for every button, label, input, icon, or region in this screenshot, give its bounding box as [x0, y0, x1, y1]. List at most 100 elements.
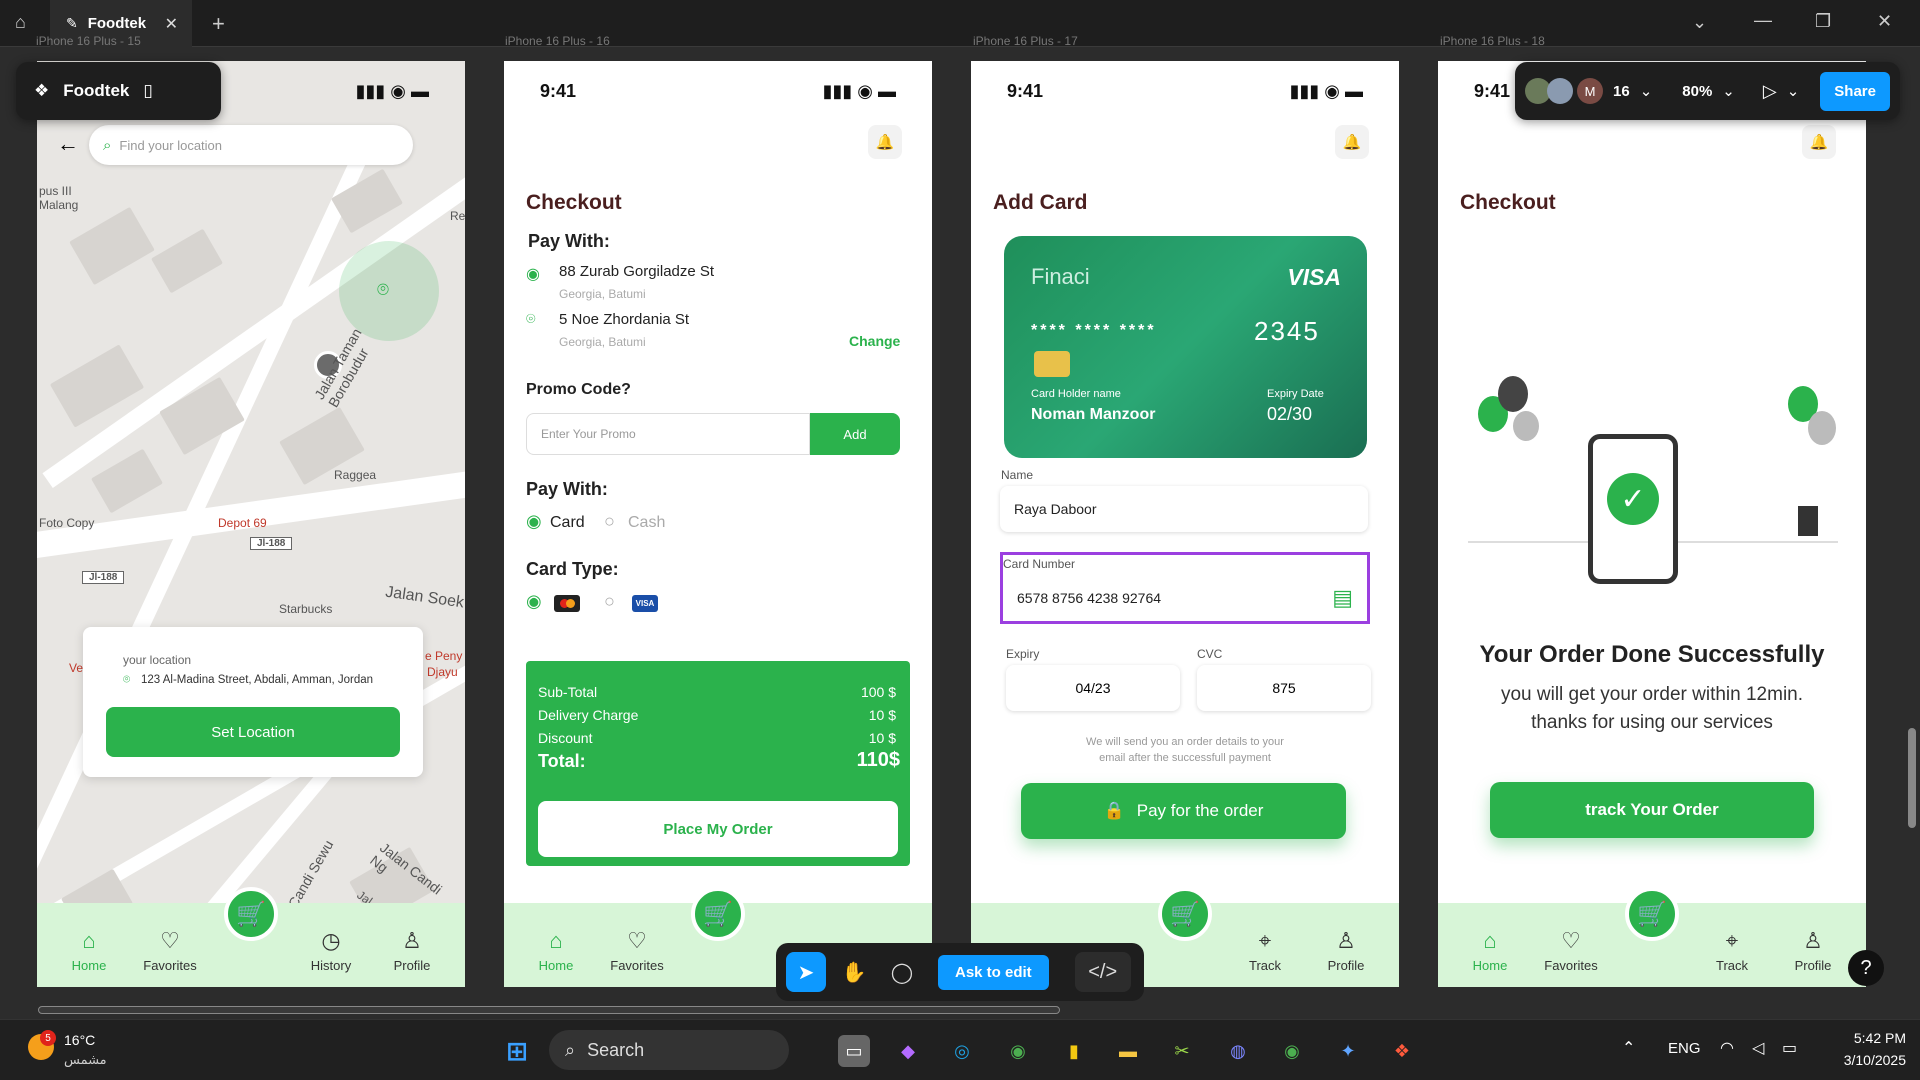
weather-temp[interactable]: 16°C	[64, 1032, 95, 1048]
volume-icon[interactable]: ◁	[1752, 1038, 1764, 1058]
vertical-scrollbar[interactable]	[1908, 728, 1916, 828]
chevron-down-icon[interactable]: ⌄	[1722, 82, 1735, 100]
chevron-down-icon[interactable]: ⌄	[1692, 12, 1707, 33]
balloon-icon	[1808, 411, 1836, 445]
frame-checkout[interactable]: 9:41 ▮▮▮ ◉ ▬ 🔔 Checkout Pay With: ◉ 88 Z…	[504, 61, 932, 987]
nav-history[interactable]: ◷ History	[296, 928, 366, 973]
chevron-down-icon[interactable]: ⌄	[1787, 82, 1800, 100]
horizontal-scrollbar[interactable]	[38, 1006, 1060, 1014]
nav-favorites[interactable]: ♡ Favorites	[135, 928, 205, 973]
frame-label[interactable]: iPhone 16 Plus - 16	[505, 34, 610, 48]
home-icon[interactable]: ⌂	[15, 12, 26, 33]
file-name[interactable]: Foodtek	[63, 81, 129, 101]
location-pin-icon[interactable]: ⌾	[526, 311, 536, 329]
zoom-level[interactable]: 80%	[1682, 83, 1712, 100]
clock-date[interactable]: 3/10/2025	[1826, 1052, 1906, 1068]
app-icon[interactable]: ✦	[1332, 1035, 1364, 1067]
file-explorer-icon[interactable]: ▬	[1112, 1035, 1144, 1067]
nav-track[interactable]: ⌖ Track	[1697, 928, 1767, 973]
ask-to-edit-button[interactable]: Ask to edit	[938, 954, 1049, 990]
notification-bell-icon[interactable]: 🔔	[1802, 125, 1836, 159]
minimize-icon[interactable]: —	[1754, 10, 1772, 31]
snipping-tool-icon[interactable]: ✂	[1166, 1035, 1198, 1067]
sidebar-toggle-icon[interactable]: ▯	[143, 81, 152, 101]
home-icon: ⌂	[82, 928, 96, 953]
code-view-icon[interactable]: </>	[1074, 952, 1131, 992]
copilot-icon[interactable]: ◆	[892, 1035, 924, 1067]
clock-time[interactable]: 5:42 PM	[1826, 1030, 1906, 1046]
notification-bell-icon[interactable]: 🔔	[1335, 125, 1369, 159]
name-field[interactable]: Raya Daboor	[1000, 486, 1368, 532]
radio-checked-icon[interactable]: ◉	[526, 511, 542, 532]
frame-location-map[interactable]: ▮▮▮ ◉ ▬ ← ⌕ Find your location pus III M…	[37, 61, 465, 987]
avatar[interactable]: M	[1577, 78, 1603, 104]
promo-input[interactable]: Enter Your Promo	[526, 413, 810, 455]
nav-favorites[interactable]: ♡ Favorites	[1536, 928, 1606, 973]
chevron-up-icon[interactable]: ⌃	[1622, 1038, 1635, 1058]
cvc-field[interactable]: 875	[1197, 665, 1371, 711]
pay-button[interactable]: 🔒 Pay for the order	[1021, 783, 1346, 839]
nav-profile[interactable]: ♙ Profile	[1778, 928, 1848, 973]
chrome-icon[interactable]: ◉	[1002, 1035, 1034, 1067]
nav-profile[interactable]: ♙ Profile	[377, 928, 447, 973]
frame-label[interactable]: iPhone 16 Plus - 15	[36, 34, 141, 48]
nav-home[interactable]: ⌂ Home	[521, 928, 591, 973]
nav-home[interactable]: ⌂ Home	[1455, 928, 1525, 973]
new-tab-icon[interactable]: +	[212, 11, 225, 37]
radio-checked-icon[interactable]: ◉	[526, 591, 542, 612]
back-arrow-icon[interactable]: ←	[57, 131, 79, 157]
nav-home[interactable]: ⌂ Home	[54, 928, 124, 973]
cart-button[interactable]: 🛒	[1158, 887, 1212, 941]
battery-icon[interactable]: ▭	[1782, 1038, 1797, 1058]
payment-option[interactable]: Card	[550, 514, 585, 532]
collaborators-count[interactable]: 16	[1613, 83, 1630, 100]
frame-add-card[interactable]: 9:41 ▮▮▮ ◉ ▬ 🔔 Add Card Finaci VISA ****…	[971, 61, 1399, 987]
frame-order-success[interactable]: 9:41 🔔 Checkout ✓ Your Order Done Succes…	[1438, 61, 1866, 987]
windows-start-icon[interactable]: ⊞	[501, 1035, 533, 1067]
place-order-button[interactable]: Place My Order	[538, 801, 898, 857]
radio-unchecked-icon[interactable]: ○	[604, 511, 615, 532]
expiry-field[interactable]: 04/23	[1006, 665, 1180, 711]
taskbar-search[interactable]: ⌕ Search	[549, 1030, 789, 1070]
bottom-toolbar: ➤ ✋ ◯ Ask to edit </>	[776, 943, 1144, 1001]
cart-button[interactable]: 🛒	[1625, 887, 1679, 941]
help-icon[interactable]: ?	[1848, 950, 1884, 986]
cart-button[interactable]: 🛒	[691, 887, 745, 941]
language-indicator[interactable]: ENG	[1668, 1040, 1701, 1057]
nav-profile[interactable]: ♙ Profile	[1311, 928, 1381, 973]
change-link[interactable]: Change	[849, 333, 900, 349]
close-tab-icon[interactable]: ✕	[165, 14, 178, 34]
payment-option[interactable]: Cash	[628, 514, 665, 532]
frame-label[interactable]: iPhone 16 Plus - 18	[1440, 34, 1545, 48]
add-promo-button[interactable]: Add	[810, 413, 900, 455]
frame-label[interactable]: iPhone 16 Plus - 17	[973, 34, 1078, 48]
restore-icon[interactable]: ❐	[1815, 11, 1831, 32]
avatar[interactable]	[1547, 78, 1573, 104]
card-number-field[interactable]: 6578 8756 4238 92764	[1003, 575, 1367, 621]
set-location-button[interactable]: Set Location	[106, 707, 400, 757]
figma-taskbar-icon[interactable]: ❖	[1386, 1035, 1418, 1067]
location-search-input[interactable]: ⌕ Find your location	[89, 125, 413, 165]
notification-bell-icon[interactable]: 🔔	[868, 125, 902, 159]
play-icon[interactable]: ▷	[1763, 81, 1777, 102]
nav-track[interactable]: ⌖ Track	[1230, 928, 1300, 973]
edge-icon[interactable]: ◎	[946, 1035, 978, 1067]
power-bi-icon[interactable]: ▮	[1058, 1035, 1090, 1067]
radio-dot-icon[interactable]: ◉	[526, 264, 540, 284]
cart-button[interactable]: 🛒	[224, 887, 278, 941]
close-window-icon[interactable]: ✕	[1877, 11, 1892, 32]
comment-tool-icon[interactable]: ◯	[882, 952, 922, 992]
figma-file-menu[interactable]: ❖ Foodtek ▯	[16, 62, 221, 120]
figma-logo-icon[interactable]: ❖	[34, 81, 49, 101]
chevron-down-icon[interactable]: ⌄	[1640, 82, 1653, 100]
discord-icon[interactable]: ◍	[1222, 1035, 1254, 1067]
track-order-button[interactable]: track Your Order	[1490, 782, 1814, 838]
radio-unchecked-icon[interactable]: ○	[604, 591, 615, 612]
wifi-icon[interactable]: ◠	[1720, 1038, 1734, 1058]
task-view-icon[interactable]: ▭	[838, 1035, 870, 1067]
chrome-profile-icon[interactable]: ◉	[1276, 1035, 1308, 1067]
move-tool-icon[interactable]: ➤	[786, 952, 826, 992]
share-button[interactable]: Share	[1820, 71, 1890, 111]
hand-tool-icon[interactable]: ✋	[834, 952, 874, 992]
nav-favorites[interactable]: ♡ Favorites	[602, 928, 672, 973]
